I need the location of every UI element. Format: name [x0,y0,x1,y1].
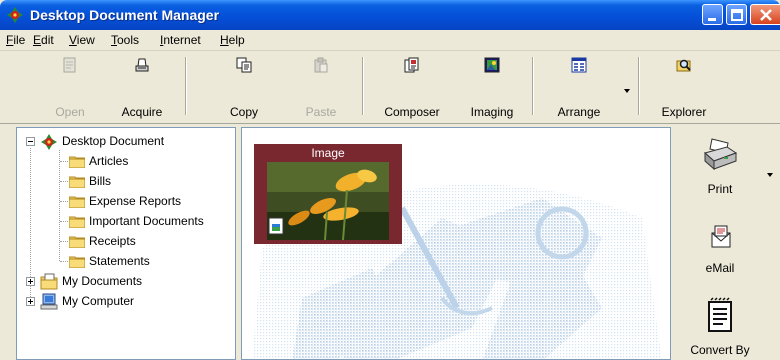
composer-label: Composer [384,105,440,119]
composer-button[interactable]: Composer [378,55,446,119]
acquire-label: Acquire [121,105,163,119]
menu-bar: File Edit View Tools Internet Help [0,30,780,51]
tree-connector [60,221,68,222]
thumbnail-title: Image [311,146,345,160]
folder-icon [69,236,85,248]
tree-item-label: Important Documents [89,214,204,228]
tree-item-label: Receipts [89,234,136,248]
maximize-icon [731,9,743,21]
explorer-label: Explorer [661,105,707,119]
tree-connector [60,161,68,162]
close-button[interactable] [750,4,780,25]
open-button[interactable]: Open [48,55,92,119]
convert-by-button[interactable]: Convert By [680,297,760,357]
tree-connector [60,241,68,242]
paste-label: Paste [305,105,337,119]
folder-icon [69,176,85,188]
computer-icon [40,293,58,310]
expand-icon[interactable] [26,297,35,306]
folder-icon [69,256,85,268]
folder-icon [69,156,85,168]
close-icon [760,9,772,21]
tree-root-desktop-document[interactable]: Desktop Document [17,132,235,152]
flower-photo [267,162,389,240]
copy-icon [236,57,252,73]
tree-item-receipts[interactable]: Receipts [17,232,235,252]
folder-tree: Desktop Document Articles Bills Expense … [16,127,236,360]
my-documents-icon [40,273,58,290]
tree-item-my-documents[interactable]: My Documents [17,272,235,292]
menu-tools[interactable]: Tools [111,33,139,47]
tree-connector [60,181,68,182]
arrange-icon [571,57,587,73]
menu-file[interactable]: File [6,33,25,47]
menu-edit[interactable]: Edit [33,33,54,47]
print-label: Print [707,182,733,196]
toolbar: Open Acquire Copy Paste Composer Imaging… [0,51,780,124]
tree-item-important-documents[interactable]: Important Documents [17,212,235,232]
tree-connector [60,201,68,202]
window-title: Desktop Document Manager [30,7,220,23]
app-logo-icon [41,134,57,150]
paste-button[interactable]: Paste [296,55,346,119]
tree-item-label: Articles [89,154,129,168]
menu-view[interactable]: View [69,33,95,47]
print-button[interactable]: Print [690,137,750,201]
collapse-icon[interactable] [26,137,35,146]
tree-connector [60,261,68,262]
copy-label: Copy [229,105,258,119]
title-bar: Desktop Document Manager [0,0,780,30]
tree-item-label: Expense Reports [89,194,182,208]
scanner-icon [135,58,149,72]
toolbar-separator [362,57,364,115]
convert-icon [708,297,732,332]
open-label: Open [55,105,85,119]
tree-item-label: My Documents [62,274,143,288]
tree-item-label: My Computer [62,294,135,308]
tree-item-expense-reports[interactable]: Expense Reports [17,192,235,212]
minimize-button[interactable] [702,4,723,25]
explorer-icon [676,59,691,72]
email-icon [711,225,731,248]
arrange-label: Arrange [557,105,601,119]
maximize-button[interactable] [726,4,747,25]
folder-icon [69,196,85,208]
tree-root-label: Desktop Document [62,134,165,148]
convert-by-label: Convert By [690,343,750,357]
tree-item-my-computer[interactable]: My Computer [17,292,235,312]
tree-item-label: Bills [89,174,112,188]
toolbar-separator [638,57,640,115]
paste-icon [314,57,328,73]
composer-icon [404,57,419,73]
minimize-icon [708,18,716,21]
open-icon [63,57,76,73]
document-area[interactable]: Image [241,127,671,360]
print-dropdown-arrow[interactable] [767,173,773,177]
tree-item-bills[interactable]: Bills [17,172,235,192]
toolbar-separator [532,57,534,115]
app-logo-icon [7,7,23,23]
imaging-icon [484,57,500,73]
arrange-dropdown-arrow[interactable] [624,89,630,93]
tree-item-articles[interactable]: Articles [17,152,235,172]
folder-icon [69,216,85,228]
email-label: eMail [705,261,735,275]
action-pane: Print eMail Convert By [672,127,780,360]
email-button[interactable]: eMail [690,225,750,281]
toolbar-separator [185,57,187,115]
menu-internet[interactable]: Internet [160,33,201,47]
expand-icon[interactable] [26,277,35,286]
arrange-button[interactable]: Arrange [548,55,610,119]
image-thumbnail[interactable]: Image [254,144,402,244]
menu-help[interactable]: Help [220,33,245,47]
imaging-button[interactable]: Imaging [462,55,522,119]
imaging-label: Imaging [470,105,514,119]
acquire-button[interactable]: Acquire [112,55,172,119]
tree-item-statements[interactable]: Statements [17,252,235,272]
printer-icon [703,138,738,171]
tree-item-label: Statements [89,254,150,268]
explorer-button[interactable]: Explorer [654,55,714,119]
copy-button[interactable]: Copy [222,55,266,119]
